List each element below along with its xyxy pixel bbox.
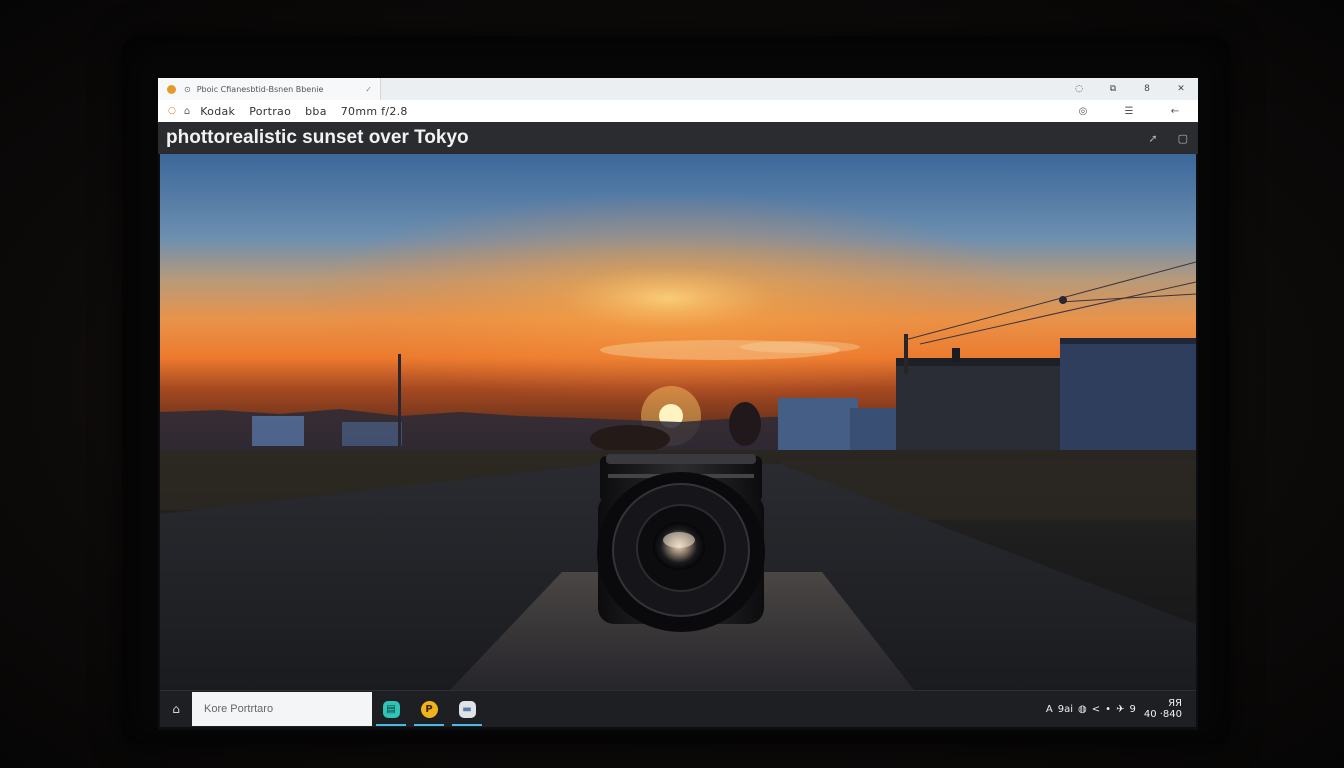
- close-window-icon[interactable]: ✕: [1164, 84, 1198, 94]
- toolbar-item-bba[interactable]: bba: [305, 105, 327, 118]
- back-icon[interactable]: ←: [1152, 106, 1198, 117]
- tray-language-icon[interactable]: A: [1046, 704, 1053, 715]
- browser-title-bar: ⊙ Pboic Cfianesbtid-Bsnen Bbenie ✓ ◌ ⧉ 8…: [158, 78, 1198, 100]
- taskbar: ⌂ Kore Portrtaro ▤ P ▬ A 9ai ◍ < • ✈ 9 Я…: [160, 690, 1196, 727]
- tray-clock[interactable]: ЯЯ 40 ‧840: [1144, 698, 1182, 720]
- sunset-photo: [160, 154, 1196, 690]
- app-icon-yellow: P: [420, 700, 438, 718]
- menu-icon[interactable]: ☰: [1106, 106, 1152, 117]
- toolbar: ○ ⌂ Kodak Portrao bba 70mm f/2.8 ◎ ☰ ←: [158, 100, 1198, 123]
- taskbar-app-2[interactable]: P: [410, 691, 448, 727]
- taskbar-app-3[interactable]: ▬: [448, 691, 486, 727]
- search-placeholder: Kore Portrtaro: [204, 703, 274, 715]
- toolbar-item-kodak[interactable]: Kodak: [200, 105, 235, 118]
- screen: ⊙ Pboic Cfianesbtid-Bsnen Bbenie ✓ ◌ ⧉ 8…: [158, 78, 1198, 730]
- extension-icon[interactable]: ◌: [1062, 84, 1096, 94]
- tray-network-icon[interactable]: ◍: [1078, 704, 1087, 715]
- toolbar-right: ◎ ☰ ←: [1060, 100, 1198, 122]
- tab-title: Pboic Cfianesbtid-Bsnen Bbenie: [196, 84, 324, 94]
- tab-close-icon[interactable]: ✓: [365, 85, 372, 94]
- tray-airplane-icon[interactable]: ✈: [1116, 704, 1124, 715]
- browser-tab[interactable]: ⊙ Pboic Cfianesbtid-Bsnen Bbenie ✓: [158, 78, 381, 100]
- profile-icon[interactable]: 8: [1130, 84, 1164, 94]
- heading-actions: ➚ ▢: [1128, 122, 1188, 154]
- clock-time: ЯЯ: [1168, 698, 1182, 709]
- fullscreen-icon[interactable]: ▢: [1178, 132, 1188, 145]
- favicon-icon: [167, 84, 176, 94]
- start-icon: ⌂: [172, 702, 180, 716]
- toolbar-item-portrao[interactable]: Portrao: [249, 105, 291, 118]
- tray-chevron-icon[interactable]: <: [1092, 704, 1100, 715]
- window-controls: ◌ ⧉ 8 ✕: [1062, 78, 1198, 100]
- tray-volume-icon[interactable]: 9: [1129, 704, 1135, 715]
- page-title: phottorealistic sunset over Tokyo: [166, 127, 469, 148]
- camera-lens-illustration: [597, 454, 765, 632]
- home-icon[interactable]: ⌂: [184, 106, 190, 117]
- taskbar-search-input[interactable]: Kore Portrtaro: [192, 692, 372, 726]
- system-tray: A 9ai ◍ < • ✈ 9 ЯЯ 40 ‧840: [1041, 691, 1182, 727]
- clock-date: 40 ‧840: [1143, 709, 1182, 720]
- app-icon-teal: ▤: [382, 700, 400, 718]
- reload-icon[interactable]: ○: [168, 106, 176, 116]
- restore-window-icon[interactable]: ⧉: [1096, 84, 1130, 94]
- toolbar-item-lens[interactable]: 70mm f/2.8: [341, 105, 408, 118]
- share-icon[interactable]: ➚: [1148, 132, 1157, 145]
- page-heading-bar: phottorealistic sunset over Tokyo ➚ ▢: [158, 122, 1198, 154]
- tab-page-icon: ⊙: [184, 84, 191, 94]
- tray-dot-icon[interactable]: •: [1105, 704, 1111, 715]
- taskbar-app-1[interactable]: ▤: [372, 691, 410, 727]
- tray-text[interactable]: 9ai: [1058, 704, 1073, 715]
- settings-icon[interactable]: ◎: [1060, 106, 1106, 117]
- start-button[interactable]: ⌂: [160, 691, 192, 727]
- sunset-scene-image: [160, 154, 1196, 690]
- app-icon-photos: ▬: [458, 700, 476, 718]
